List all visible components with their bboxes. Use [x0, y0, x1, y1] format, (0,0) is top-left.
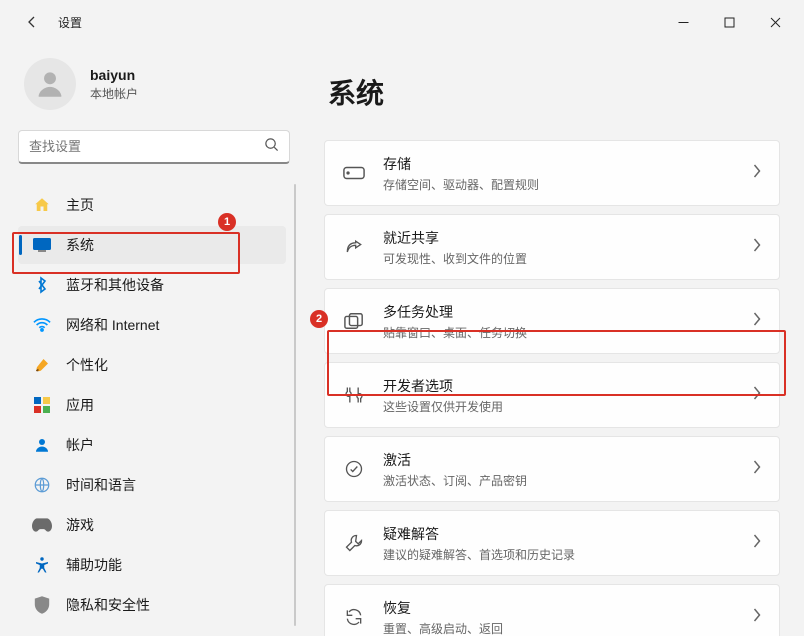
card-subtitle: 这些设置仅供开发使用: [383, 398, 753, 415]
card-recovery[interactable]: 恢复 重置、高级启动、返回: [324, 584, 780, 636]
card-troubleshoot[interactable]: 疑难解答 建议的疑难解答、首选项和历史记录: [324, 510, 780, 576]
search-input[interactable]: [29, 139, 264, 154]
titlebar: 设置: [0, 0, 804, 44]
multitask-icon: [343, 310, 365, 332]
developer-icon: [343, 384, 365, 406]
close-button[interactable]: [752, 6, 798, 38]
sidebar-item-personalization[interactable]: 个性化: [18, 346, 286, 384]
system-icon: [32, 235, 52, 255]
sidebar: baiyun 本地帐户 主页 系统: [0, 44, 300, 636]
card-subtitle: 贴靠窗口、桌面、任务切换: [383, 324, 753, 341]
search-box[interactable]: [18, 130, 290, 164]
maximize-button[interactable]: [706, 6, 752, 38]
page-title: 系统: [328, 72, 780, 112]
card-activation[interactable]: 激活 激活状态、订阅、产品密钥: [324, 436, 780, 502]
nav-list: 主页 系统 蓝牙和其他设备 网络和 Internet: [18, 184, 296, 626]
profile-subtitle: 本地帐户: [90, 85, 138, 102]
sidebar-item-label: 隐私和安全性: [66, 595, 150, 615]
chevron-right-icon: [753, 312, 761, 331]
share-icon: [343, 236, 365, 258]
card-title: 激活: [383, 450, 753, 470]
brush-icon: [32, 355, 52, 375]
card-storage[interactable]: 存储 存储空间、驱动器、配置规则: [324, 140, 780, 206]
sidebar-item-label: 辅助功能: [66, 555, 122, 575]
storage-icon: [343, 162, 365, 184]
card-subtitle: 存储空间、驱动器、配置规则: [383, 176, 753, 193]
window-title: 设置: [58, 14, 82, 31]
sidebar-item-privacy[interactable]: 隐私和安全性: [18, 586, 286, 624]
sidebar-item-system[interactable]: 系统: [18, 226, 286, 264]
account-icon: [32, 435, 52, 455]
card-title: 疑难解答: [383, 524, 753, 544]
sidebar-item-apps[interactable]: 应用: [18, 386, 286, 424]
sidebar-item-label: 游戏: [66, 515, 94, 535]
sidebar-item-label: 应用: [66, 395, 94, 415]
avatar: [24, 58, 76, 110]
wifi-icon: [32, 315, 52, 335]
chevron-right-icon: [753, 534, 761, 553]
card-title: 就近共享: [383, 228, 753, 248]
profile-name: baiyun: [90, 67, 138, 83]
card-multitasking[interactable]: 多任务处理 贴靠窗口、桌面、任务切换: [324, 288, 780, 354]
card-subtitle: 激活状态、订阅、产品密钥: [383, 472, 753, 489]
sidebar-scrollbar[interactable]: [294, 184, 296, 626]
sidebar-item-network[interactable]: 网络和 Internet: [18, 306, 286, 344]
card-title: 开发者选项: [383, 376, 753, 396]
shield-icon: [32, 595, 52, 615]
card-subtitle: 建议的疑难解答、首选项和历史记录: [383, 546, 753, 563]
globe-clock-icon: [32, 475, 52, 495]
minimize-icon: [678, 17, 689, 28]
sidebar-item-accessibility[interactable]: 辅助功能: [18, 546, 286, 584]
recovery-icon: [343, 606, 365, 628]
profile-block[interactable]: baiyun 本地帐户: [18, 58, 296, 110]
close-icon: [770, 17, 781, 28]
sidebar-item-label: 蓝牙和其他设备: [66, 275, 164, 295]
minimize-button[interactable]: [660, 6, 706, 38]
search-icon: [264, 137, 279, 157]
sidebar-item-label: 时间和语言: [66, 475, 136, 495]
person-icon: [33, 67, 67, 101]
maximize-icon: [724, 17, 735, 28]
back-button[interactable]: [16, 6, 48, 38]
chevron-right-icon: [753, 460, 761, 479]
home-icon: [32, 195, 52, 215]
card-title: 存储: [383, 154, 753, 174]
sidebar-item-label: 系统: [66, 235, 94, 255]
sidebar-item-bluetooth[interactable]: 蓝牙和其他设备: [18, 266, 286, 304]
wrench-icon: [343, 532, 365, 554]
accessibility-icon: [32, 555, 52, 575]
chevron-right-icon: [753, 386, 761, 405]
sidebar-item-time-language[interactable]: 时间和语言: [18, 466, 286, 504]
sidebar-item-label: 网络和 Internet: [66, 315, 159, 335]
chevron-right-icon: [753, 238, 761, 257]
card-developer-options[interactable]: 开发者选项 这些设置仅供开发使用: [324, 362, 780, 428]
sidebar-item-gaming[interactable]: 游戏: [18, 506, 286, 544]
sidebar-item-accounts[interactable]: 帐户: [18, 426, 286, 464]
card-nearby-sharing[interactable]: 就近共享 可发现性、收到文件的位置: [324, 214, 780, 280]
main-panel: 系统 存储 存储空间、驱动器、配置规则 就近共享 可发现性、收到文件的位置: [300, 44, 804, 636]
window-controls: [660, 6, 798, 38]
arrow-left-icon: [24, 14, 40, 30]
card-subtitle: 可发现性、收到文件的位置: [383, 250, 753, 267]
sidebar-item-home[interactable]: 主页: [18, 186, 286, 224]
gamepad-icon: [32, 515, 52, 535]
apps-icon: [32, 395, 52, 415]
sidebar-item-label: 主页: [66, 195, 94, 215]
chevron-right-icon: [753, 608, 761, 627]
sidebar-item-label: 帐户: [66, 435, 94, 455]
chevron-right-icon: [753, 164, 761, 183]
card-title: 多任务处理: [383, 302, 753, 322]
bluetooth-icon: [32, 275, 52, 295]
card-subtitle: 重置、高级启动、返回: [383, 620, 753, 636]
sidebar-item-label: 个性化: [66, 355, 108, 375]
card-title: 恢复: [383, 598, 753, 618]
check-circle-icon: [343, 458, 365, 480]
